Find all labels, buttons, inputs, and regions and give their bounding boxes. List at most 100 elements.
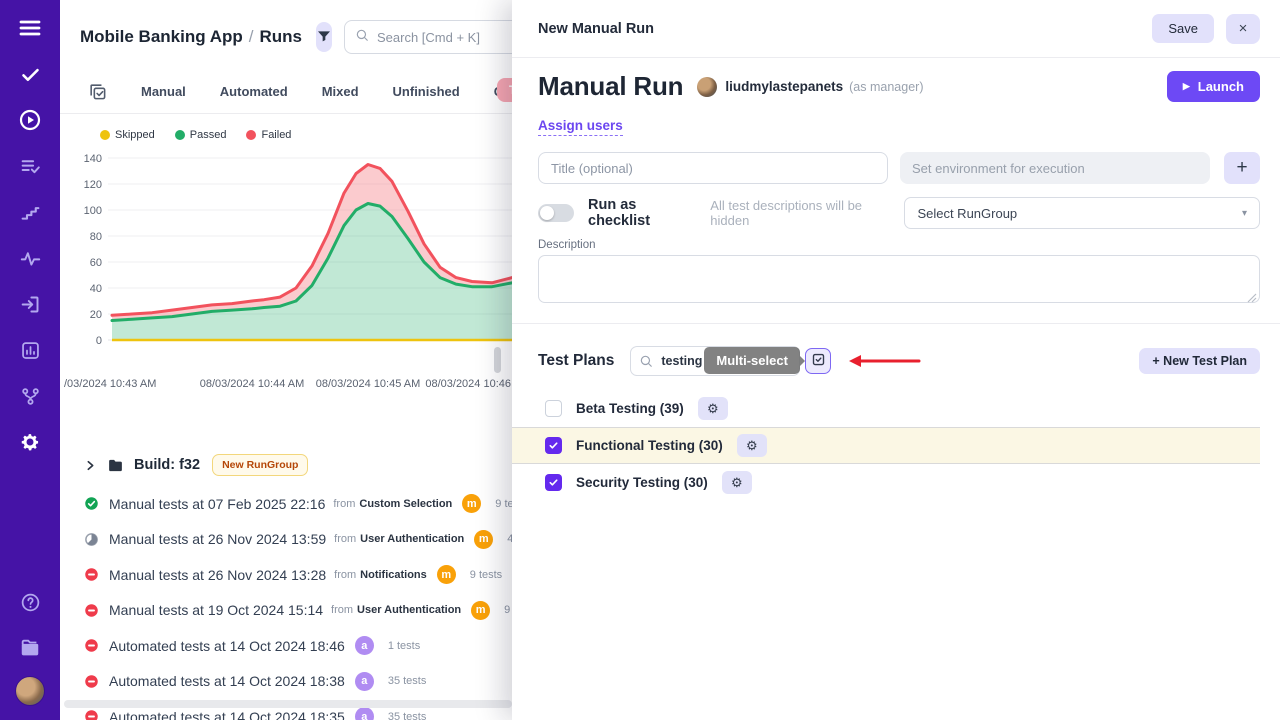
run-source[interactable]: Notifications: [360, 569, 427, 581]
rungroup-select[interactable]: Select RunGroup ▾: [904, 197, 1260, 229]
plan-checkbox[interactable]: [545, 474, 562, 491]
run-title[interactable]: Automated tests at 14 Oct 2024 18:38: [109, 673, 345, 689]
multi-select-checkbox-icon: [811, 352, 826, 370]
runs-chart-canvas: 020406080100120140/03/2024 10:43 AM08/03…: [64, 144, 512, 392]
play-circle-icon[interactable]: [18, 108, 42, 132]
breadcrumb: Mobile Banking App/Runs: [80, 27, 302, 47]
run-tests-count: 9 tests: [470, 569, 502, 581]
horizontal-scrollbar[interactable]: [64, 700, 512, 708]
run-tests-count: 1 tests: [388, 640, 420, 652]
run-rows: Manual tests at 07 Feb 2025 22:16 from Cus…: [84, 486, 530, 720]
gear-icon: ⚙: [707, 402, 719, 415]
gear-icon: ⚙: [731, 476, 743, 489]
run-title[interactable]: Automated tests at 14 Oct 2024 18:46: [109, 638, 345, 654]
svg-text:20: 20: [90, 309, 102, 321]
environment-input[interactable]: [900, 152, 1210, 184]
checklist-icon[interactable]: [18, 154, 42, 178]
test-plan-row[interactable]: Functional Testing (30) ⚙: [512, 427, 1260, 464]
tab-manual[interactable]: Manual: [141, 84, 186, 99]
section-divider: [512, 323, 1280, 324]
run-row[interactable]: Manual tests at 19 Oct 2024 15:14fromUse…: [84, 593, 530, 629]
multi-select-button[interactable]: [805, 348, 831, 374]
svg-text:08/03/2024 10:46: 08/03/2024 10:46: [425, 378, 511, 390]
chevron-down-icon: ▾: [1242, 208, 1247, 219]
plan-settings-button[interactable]: ⚙: [737, 434, 767, 457]
run-row[interactable]: Manual tests at 07 Feb 2025 22:16 from Cus…: [84, 486, 530, 522]
test-plans-search-wrap: Multi-select: [630, 346, 831, 376]
help-icon[interactable]: [18, 590, 42, 614]
settings-icon[interactable]: [18, 430, 42, 454]
breadcrumb-separator: /: [243, 27, 260, 46]
launch-button[interactable]: ▶ Launch: [1167, 71, 1260, 102]
run-source[interactable]: User Authentication: [357, 604, 461, 616]
check-icon[interactable]: [18, 62, 42, 86]
plan-settings-button[interactable]: ⚙: [722, 471, 752, 494]
rungroup-select-value: Select RunGroup: [917, 206, 1017, 221]
folder-open-icon[interactable]: [18, 636, 42, 660]
legend-skipped: Skipped: [100, 129, 155, 141]
plan-settings-button[interactable]: ⚙: [698, 397, 728, 420]
run-title[interactable]: Manual tests at 26 Nov 2024 13:59: [109, 531, 326, 547]
run-title[interactable]: Manual tests at 19 Oct 2024 15:14: [109, 602, 323, 618]
resize-grip-icon[interactable]: [1247, 290, 1257, 300]
folder-icon: [107, 457, 124, 474]
close-icon: ×: [1239, 20, 1248, 37]
assign-users-link[interactable]: Assign users: [538, 118, 623, 136]
breadcrumb-page[interactable]: Runs: [260, 27, 303, 46]
add-environment-button[interactable]: +: [1224, 152, 1260, 184]
run-type-badge: a: [355, 707, 374, 720]
steps-icon[interactable]: [18, 200, 42, 224]
run-type-badge: m: [471, 601, 490, 620]
report-icon[interactable]: [18, 338, 42, 362]
plan-name[interactable]: Security Testing (30): [576, 475, 708, 490]
run-row[interactable]: Automated tests at 14 Oct 2024 18:46 a 1 t…: [84, 628, 530, 664]
manager-name[interactable]: liudmylastepanets: [725, 79, 843, 94]
run-title-input[interactable]: [538, 152, 888, 184]
plan-name[interactable]: Beta Testing (39): [576, 401, 684, 416]
new-test-plan-button[interactable]: + New Test Plan: [1139, 348, 1260, 374]
run-status-failed-icon: [84, 709, 99, 720]
vertical-scrollbar-thumb[interactable]: [494, 347, 501, 373]
tab-automated[interactable]: Automated: [220, 84, 288, 99]
plan-checkbox[interactable]: [545, 437, 562, 454]
run-title[interactable]: Manual tests at 26 Nov 2024 13:28: [109, 567, 326, 583]
run-source[interactable]: Custom Selection: [359, 498, 452, 510]
run-as-checklist-toggle[interactable]: [538, 204, 574, 222]
run-title[interactable]: Manual tests at 07 Feb 2025 22:16: [109, 496, 325, 512]
activity-icon[interactable]: [18, 246, 42, 270]
run-from-label: from: [333, 498, 355, 510]
new-run-topbar: New Manual Run Save ×: [512, 0, 1280, 58]
legend-dot-icon: [175, 130, 185, 140]
manager-avatar: [697, 77, 717, 97]
test-plan-row[interactable]: Beta Testing (39) ⚙: [538, 390, 1260, 427]
app-screen: Mobile Banking App/Runs × Manual Automate…: [0, 0, 1280, 720]
run-title[interactable]: Automated tests at 14 Oct 2024 18:35: [109, 709, 345, 720]
breadcrumb-project[interactable]: Mobile Banking App: [80, 27, 243, 46]
import-icon[interactable]: [18, 292, 42, 316]
checklist-label: Run as checklist: [588, 197, 702, 229]
panel-close-button[interactable]: ×: [1226, 14, 1260, 44]
tab-mixed[interactable]: Mixed: [322, 84, 359, 99]
rungroup-row[interactable]: Build: f32 New RunGroup: [84, 452, 530, 478]
chevron-right-icon[interactable]: [84, 459, 97, 472]
user-avatar[interactable]: [15, 676, 45, 706]
run-row[interactable]: Manual tests at 26 Nov 2024 13:28fromNot…: [84, 557, 530, 593]
tab-unfinished[interactable]: Unfinished: [393, 84, 460, 99]
play-icon: ▶: [1183, 81, 1190, 92]
run-row[interactable]: Automated tests at 14 Oct 2024 18:38a35 …: [84, 664, 530, 700]
run-tests-count: 35 tests: [388, 711, 427, 720]
select-all-icon[interactable]: [88, 82, 107, 101]
run-source[interactable]: User Authentication: [360, 533, 464, 545]
test-plan-row[interactable]: Security Testing (30) ⚙: [538, 464, 1260, 501]
description-textarea[interactable]: [538, 255, 1260, 303]
plan-checkbox[interactable]: [545, 400, 562, 417]
plan-name[interactable]: Functional Testing (30): [576, 438, 723, 453]
rungroup-label[interactable]: Build: f32: [134, 457, 200, 473]
run-type-badge: a: [355, 636, 374, 655]
save-button[interactable]: Save: [1152, 14, 1214, 43]
filter-button[interactable]: [316, 22, 332, 52]
run-status-passed-icon: [84, 496, 99, 511]
menu-icon[interactable]: [18, 16, 42, 40]
branch-icon[interactable]: [18, 384, 42, 408]
run-row[interactable]: Manual tests at 26 Nov 2024 13:59fromUse…: [84, 522, 530, 558]
